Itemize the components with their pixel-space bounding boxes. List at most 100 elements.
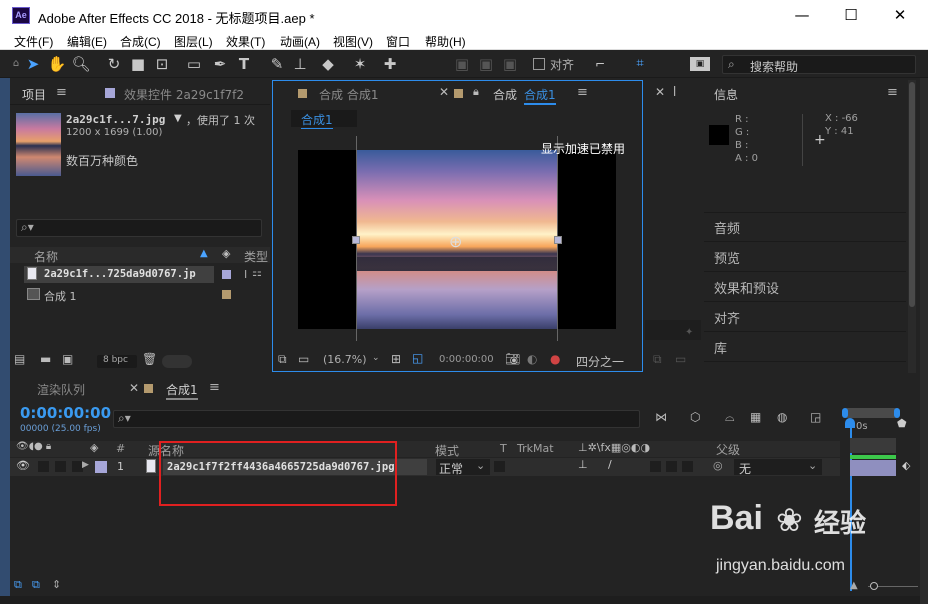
selection-tool-icon[interactable]: ➤ [23,54,43,74]
local-axis-icon[interactable]: ▣ [452,54,472,74]
bit-depth-button[interactable]: 8 bpc [97,355,137,368]
blend-mode-select[interactable]: 正常 ⌄ [436,459,490,476]
align-panel-tab[interactable]: 对齐 [714,308,740,327]
transform-handle[interactable] [352,236,360,244]
always-preview-icon[interactable]: ⧉ [653,352,662,367]
col-t[interactable]: T [500,442,507,455]
eraser-tool-icon[interactable]: ◆ [318,54,338,74]
label-swatch[interactable] [222,290,231,299]
snap-options-icon[interactable]: ⌐ [590,54,610,74]
comp-tab-active-name[interactable]: 合成1 [524,86,556,105]
panel-menu-icon[interactable]: ≡ [209,380,220,395]
menu-view[interactable]: 视图(V) [333,33,373,50]
brush-tool-icon[interactable]: ✎ [267,54,287,74]
workspace-icon[interactable]: ▣ [690,57,710,71]
pen-tool-icon[interactable]: ✒ [210,54,230,74]
lock-icon[interactable]: 🔒︎ [473,85,479,99]
layer-label-swatch[interactable] [95,461,107,473]
comp-tab-inactive[interactable]: 合成 合成1 [319,86,378,103]
puppet-tool-icon[interactable]: ✚ [380,54,400,74]
timeline-comp-tab[interactable]: 合成1 [166,381,198,400]
show-snapshot-icon[interactable]: ◐ [527,352,537,366]
label-column-icon[interactable]: ◈ [90,441,98,454]
project-search-input[interactable]: ⌕▾ [16,219,262,237]
panel-menu-icon[interactable]: ≡ [887,85,898,100]
panel-menu-icon[interactable]: ≡ [577,85,588,100]
menu-edit[interactable]: 编辑(E) [67,33,107,50]
monitor-icon[interactable]: ▭ [675,352,686,366]
shy-layers-icon[interactable]: ⌓ [725,410,735,425]
close-tab-icon[interactable]: ✕ [439,85,449,99]
rectangle-tool-icon[interactable]: ▭ [184,54,204,74]
col-trkmat[interactable]: TrkMat [517,442,554,455]
new-folder-icon[interactable]: ▬ [40,352,51,366]
trash-icon[interactable]: 🗑︎ [142,352,157,366]
type-tool-icon[interactable]: T [234,54,254,74]
world-axis-icon[interactable]: ▣ [476,54,496,74]
clone-stamp-tool-icon[interactable]: ⊥ [290,54,310,74]
col-layer-number[interactable]: # [116,442,125,455]
transform-handle[interactable] [554,236,562,244]
motion-blur-toggle[interactable] [682,461,693,472]
dropdown-arrow-icon[interactable]: ▼ [174,113,182,124]
timeline-search-input[interactable]: ⌕▾ [113,410,640,428]
project-item-footage[interactable]: 2a29c1f...725da9d0767.jp [24,266,214,283]
view-axis-icon[interactable]: ▣ [500,54,520,74]
render-queue-tab[interactable]: 渲染队列 [37,381,85,398]
expand-arrow-icon[interactable]: ▶ [82,460,89,470]
pick-whip-icon[interactable]: ◎ [713,459,723,472]
label-swatch[interactable] [222,270,231,279]
snapshot-icon[interactable]: 📷︎ [505,352,520,366]
zoom-tool-icon[interactable]: 🔍︎ [71,54,91,74]
preview-panel-tab[interactable]: 预览 [714,248,740,267]
camera-tool-icon[interactable]: ■ [128,54,148,74]
frame-blending-icon[interactable]: ▦ [750,410,761,424]
panel-menu-icon[interactable]: ≡ [56,85,67,100]
label-column-icon[interactable]: ◈ [222,247,230,260]
effect-controls-tab[interactable]: 效果控件 2a29c1f7f2 [124,86,269,103]
resolution-dropdown[interactable]: 四分之一 [576,353,624,370]
effects-toggle[interactable] [650,461,661,472]
shy-switch-icon[interactable]: ⊥ [578,458,588,471]
project-tab[interactable]: 项目 [22,86,46,103]
work-area-bar[interactable] [842,408,900,418]
parent-select[interactable]: 无 ⌄ [734,459,822,476]
timeline-timecode[interactable]: 0:00:00:00 [20,404,111,422]
channel-rgb-icon[interactable]: ● [550,352,560,366]
audio-panel-tab[interactable]: 音频 [714,218,740,237]
col-type[interactable]: 类型 [244,248,268,265]
monitor-icon[interactable]: ▭ [298,352,309,366]
grid-guides-icon[interactable]: ⊞ [391,352,401,366]
pan-behind-tool-icon[interactable]: ⊡ [152,54,172,74]
playhead-handle[interactable] [845,418,855,428]
right-panel-scrollbar[interactable] [908,80,916,373]
always-preview-icon[interactable]: ⧉ [278,352,287,367]
frame-blend-toggle[interactable] [666,461,677,472]
motion-blur-icon[interactable]: ◍ [777,410,787,424]
comp-marker-icon[interactable]: ⬟ [897,417,907,430]
transfer-controls-toggle-icon[interactable]: ⧉ [32,578,40,592]
help-search-input[interactable]: ⌕ 搜索帮助 [722,55,916,74]
lock-icon[interactable]: ǀ [673,84,676,97]
minimize-button[interactable]: — [785,4,819,26]
layer-duration-bar[interactable] [850,460,896,476]
library-panel-tab[interactable]: 库 [714,338,727,357]
layer-out-marker-icon[interactable]: ⬖ [902,459,910,472]
snap-checkbox[interactable] [533,58,545,70]
comp-breadcrumb[interactable]: 合成1 [291,110,357,129]
layer-switches-toggle-icon[interactable]: ⧉ [14,578,22,592]
col-mode[interactable]: 模式 [435,442,459,459]
timeline-layer-row[interactable]: 👁︎ ▶ 1 2a29c1f7f2ff4436a4665725da9d0767.… [10,458,840,476]
menu-composition[interactable]: 合成(C) [120,33,161,50]
draft-3d-icon[interactable]: ⬡ [690,410,700,424]
col-parent[interactable]: 父级 [716,441,740,458]
close-tab-icon[interactable]: ✕ [655,85,665,99]
mask-visibility-icon[interactable]: ◱ [412,351,423,365]
snap-target-icon[interactable]: ⌗ [630,54,650,74]
roto-brush-tool-icon[interactable]: ✶ [350,54,370,74]
maximize-button[interactable]: ☐ [834,4,868,26]
solo-toggle[interactable] [55,461,66,472]
composition-flowchart-icon[interactable]: ⋈ [655,410,667,424]
new-comp-icon[interactable]: ▣ [62,352,73,366]
comp-tab-active-label[interactable]: 合成 [493,86,517,103]
